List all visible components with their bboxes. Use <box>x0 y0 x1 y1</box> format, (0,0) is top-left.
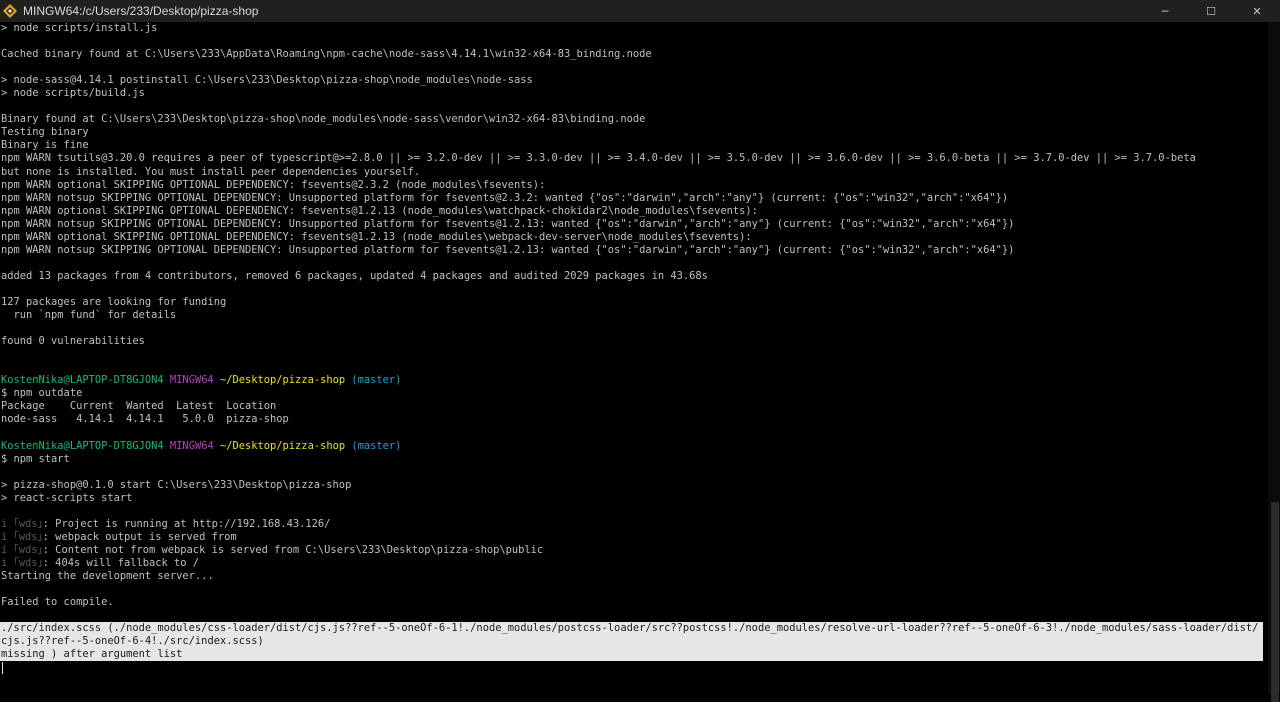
maximize-button[interactable]: ☐ <box>1188 0 1234 22</box>
terminal-line: > node-sass@4.14.1 postinstall C:\Users\… <box>1 74 533 87</box>
terminal-line: Binary found at C:\Users\233\Desktop\piz… <box>1 113 646 126</box>
wds-log-line: i ｢wds｣: 404s will fallback to / <box>1 557 1269 570</box>
compile-error-selection[interactable]: ./src/index.scss (./node_modules/css-loa… <box>0 622 1263 662</box>
terminal-line: npm WARN notsup SKIPPING OPTIONAL DEPEND… <box>1 191 1009 204</box>
close-button[interactable]: ✕ <box>1234 0 1280 22</box>
terminal-line: but none is installed. You must install … <box>1 165 421 178</box>
terminal-line: Testing binary <box>1 126 89 139</box>
terminal-line: npm WARN optional SKIPPING OPTIONAL DEPE… <box>1 178 546 191</box>
terminal-line: > node scripts/build.js <box>1 87 145 100</box>
scrollbar-thumb[interactable] <box>1271 502 1279 702</box>
shell-prompt: KostenNika@LAPTOP-DT8GJON4 MINGW64 ~/Des… <box>1 374 1269 387</box>
terminal-line: npm WARN optional SKIPPING OPTIONAL DEPE… <box>1 230 752 243</box>
prompt-shell: MINGW64 <box>169 439 214 452</box>
wds-prefix: i ｢wds｣ <box>1 517 43 530</box>
window-title: MINGW64:/c/Users/233/Desktop/pizza-shop <box>23 4 259 18</box>
wds-log-line: i ｢wds｣: webpack output is served from <box>1 531 1269 544</box>
terminal-line: node-sass 4.14.1 4.14.1 5.0.0 pizza-shop <box>1 413 289 426</box>
shell-prompt: KostenNika@LAPTOP-DT8GJON4 MINGW64 ~/Des… <box>1 440 1269 453</box>
wds-log-line: i ｢wds｣: Content not from webpack is ser… <box>1 544 1269 557</box>
terminal-line: npm WARN notsup SKIPPING OPTIONAL DEPEND… <box>1 243 1015 256</box>
terminal-lines: > node scripts/install.js Cached binary f… <box>1 22 1269 622</box>
terminal-line: added 13 packages from 4 contributors, r… <box>1 269 708 282</box>
terminal-line: npm WARN tsutils@3.20.0 requires a peer … <box>1 152 1196 165</box>
wds-prefix: i ｢wds｣ <box>1 543 43 556</box>
terminal-line: Package Current Wanted Latest Location <box>1 400 277 413</box>
terminal-line: 127 packages are looking for funding <box>1 295 227 308</box>
prompt-user-host: KostenNika@LAPTOP-DT8GJON4 <box>1 439 164 452</box>
mingw-app-icon <box>3 4 17 18</box>
wds-message: : webpack output is served from <box>42 530 237 543</box>
error-line: missing ) after argument list <box>1 648 183 661</box>
terminal-line: found 0 vulnerabilities <box>1 335 145 348</box>
prompt-branch: (master) <box>351 374 402 387</box>
terminal-line: npm WARN optional SKIPPING OPTIONAL DEPE… <box>1 204 758 217</box>
prompt-shell: MINGW64 <box>169 374 214 387</box>
wds-message: : 404s will fallback to / <box>42 556 200 569</box>
prompt-path: ~/Desktop/pizza-shop <box>219 374 346 387</box>
terminal-line: $ npm outdate <box>1 387 83 400</box>
terminal-line: > pizza-shop@0.1.0 start C:\Users\233\De… <box>1 478 352 491</box>
terminal-line: > react-scripts start <box>1 491 133 504</box>
minimize-button[interactable]: ─ <box>1142 0 1188 22</box>
wds-log-line: i ｢wds｣: Project is running at http://19… <box>1 518 1269 531</box>
wds-prefix: i ｢wds｣ <box>1 530 43 543</box>
terminal-line: $ npm start <box>1 452 70 465</box>
wds-prefix: i ｢wds｣ <box>1 556 43 569</box>
wds-message: : Project is running at http://192.168.4… <box>42 517 331 530</box>
window-controls: ─ ☐ ✕ <box>1142 0 1280 22</box>
prompt-branch: (master) <box>351 439 402 452</box>
terminal-line: Cached binary found at C:\Users\233\AppD… <box>1 48 652 61</box>
terminal-line: Binary is fine <box>1 139 89 152</box>
terminal-line: Starting the development server... <box>1 569 214 582</box>
terminal-line: Failed to compile. <box>1 596 114 609</box>
prompt-path: ~/Desktop/pizza-shop <box>219 439 346 452</box>
terminal-line: npm WARN notsup SKIPPING OPTIONAL DEPEND… <box>1 217 1015 230</box>
error-line: ./src/index.scss (./node_modules/css-loa… <box>1 622 1259 648</box>
window-titlebar[interactable]: MINGW64:/c/Users/233/Desktop/pizza-shop … <box>0 0 1280 22</box>
terminal-output[interactable]: > node scripts/install.js Cached binary f… <box>0 22 1269 694</box>
terminal-line: > node scripts/install.js <box>1 22 158 34</box>
prompt-user-host: KostenNika@LAPTOP-DT8GJON4 <box>1 374 164 387</box>
terminal-line: run `npm fund` for details <box>1 309 177 322</box>
terminal-cursor <box>2 662 3 675</box>
terminal-scrollbar[interactable] <box>1268 22 1280 702</box>
wds-message: : Content not from webpack is served fro… <box>42 543 544 556</box>
